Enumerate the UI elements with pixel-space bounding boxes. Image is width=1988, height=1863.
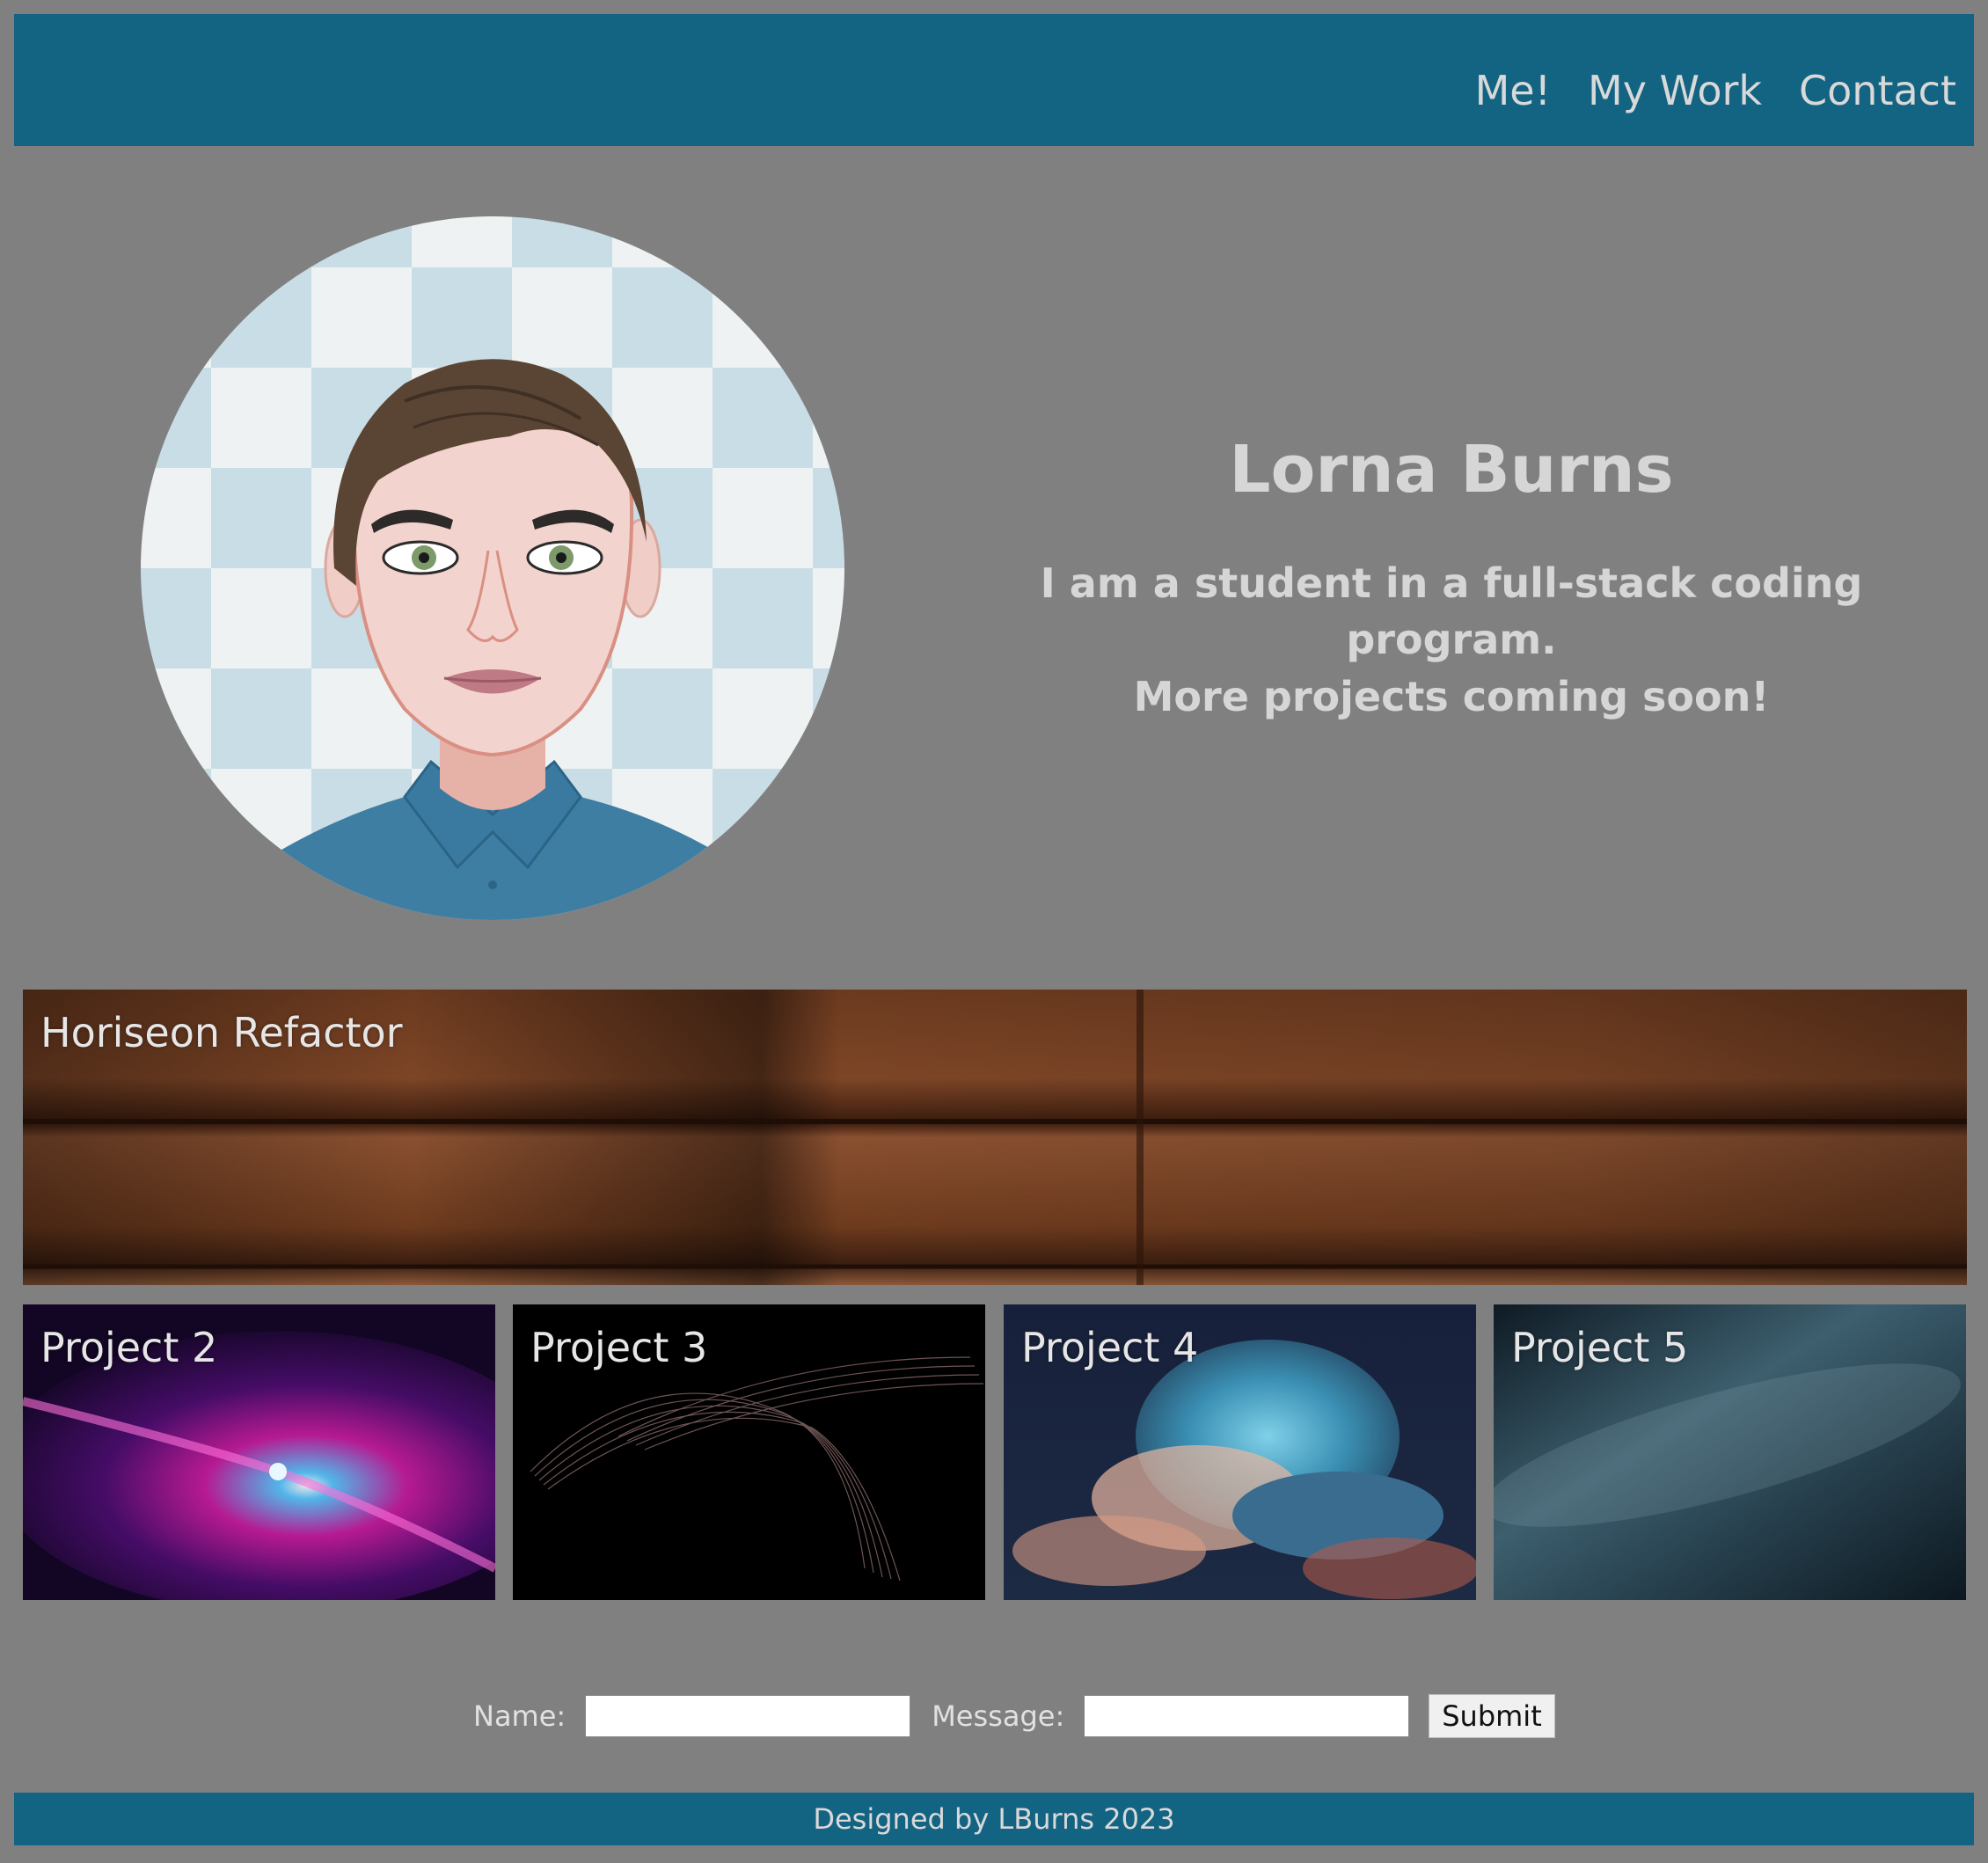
project-card-5[interactable]: Project 5 bbox=[1494, 1304, 1966, 1600]
hero-intro: Lorna Burns I am a student in a full-sta… bbox=[985, 431, 1918, 725]
project-title: Project 3 bbox=[530, 1324, 708, 1371]
project-card-4[interactable]: Project 4 bbox=[1004, 1304, 1476, 1600]
project-card-3[interactable]: Project 3 bbox=[513, 1304, 985, 1600]
project-title: Horiseon Refactor bbox=[40, 1009, 403, 1056]
nav-link-me[interactable]: Me! bbox=[1475, 65, 1551, 118]
project-card-2[interactable]: Project 2 bbox=[23, 1304, 495, 1600]
contact-form: Name: Message: Submit bbox=[473, 1694, 1555, 1738]
nav-link-contact[interactable]: Contact bbox=[1799, 65, 1956, 118]
hero-subtitle-line-2: More projects coming soon! bbox=[1133, 672, 1770, 720]
main-nav: Me! My Work Contact bbox=[1475, 65, 1956, 118]
name-label: Name: bbox=[473, 1699, 566, 1733]
project-title: Project 5 bbox=[1511, 1324, 1689, 1371]
project-card-horiseon-refactor[interactable]: Horiseon Refactor bbox=[23, 990, 1967, 1285]
message-label: Message: bbox=[932, 1699, 1065, 1733]
message-input[interactable] bbox=[1084, 1695, 1410, 1737]
hero-name: Lorna Burns bbox=[1229, 432, 1674, 508]
site-footer: Designed by LBurns 2023 bbox=[14, 1793, 1974, 1845]
hero-subtitle-line-1: I am a student in a full-stack coding pr… bbox=[1040, 559, 1863, 664]
footer-text: Designed by LBurns 2023 bbox=[813, 1802, 1175, 1836]
submit-button[interactable]: Submit bbox=[1429, 1694, 1555, 1738]
hero-subtitle: I am a student in a full-stack coding pr… bbox=[985, 555, 1918, 725]
profile-avatar bbox=[141, 216, 844, 920]
site-header: Me! My Work Contact bbox=[14, 14, 1974, 146]
project-title: Project 2 bbox=[40, 1324, 218, 1371]
project-title: Project 4 bbox=[1021, 1324, 1199, 1371]
nav-link-my-work[interactable]: My Work bbox=[1588, 65, 1762, 118]
name-input[interactable] bbox=[585, 1695, 911, 1737]
